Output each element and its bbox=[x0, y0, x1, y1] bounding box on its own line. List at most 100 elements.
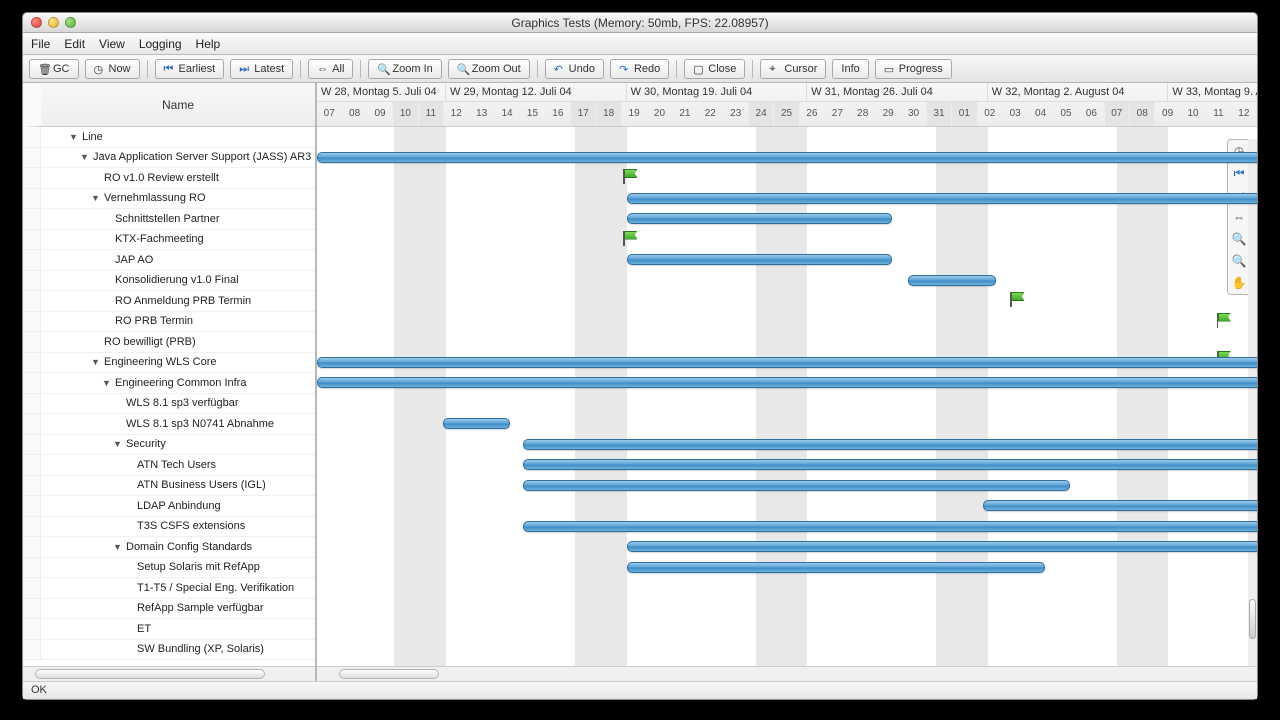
gantt-bar[interactable] bbox=[627, 562, 1045, 573]
tree-row[interactable]: ▼Domain Config Standards bbox=[23, 537, 315, 558]
day-label: 12 bbox=[1232, 102, 1257, 126]
milestone-flag-icon[interactable] bbox=[621, 228, 639, 246]
menu-edit[interactable]: Edit bbox=[64, 37, 85, 51]
timeline-header: W 28, Montag 5. Juli 04W 29, Montag 12. … bbox=[317, 83, 1257, 127]
tree-row[interactable]: WLS 8.1 sp3 N0741 Abnahme bbox=[23, 414, 315, 435]
tree-row[interactable]: T3S CSFS extensions bbox=[23, 517, 315, 538]
close-icon[interactable] bbox=[31, 17, 42, 28]
status-bar: OK bbox=[23, 681, 1257, 699]
day-label: 10 bbox=[1181, 102, 1206, 126]
tree-row[interactable]: RO v1.0 Review erstellt bbox=[23, 168, 315, 189]
close-button[interactable]: ▢Close bbox=[684, 59, 745, 79]
gantt-bar[interactable] bbox=[983, 500, 1257, 511]
gantt-bar[interactable] bbox=[317, 357, 1257, 368]
day-label: 02 bbox=[978, 102, 1003, 126]
milestone-flag-icon[interactable] bbox=[1008, 289, 1026, 307]
gantt-bar[interactable] bbox=[523, 459, 1257, 470]
tree-row[interactable]: ATN Tech Users bbox=[23, 455, 315, 476]
disclosure-arrow-icon[interactable]: ▼ bbox=[102, 378, 112, 388]
all-button[interactable]: ⇔All bbox=[308, 59, 353, 79]
menu-help[interactable]: Help bbox=[196, 37, 221, 51]
grab-icon[interactable]: ✋ bbox=[1231, 275, 1247, 291]
menu-logging[interactable]: Logging bbox=[139, 37, 182, 51]
progress-button[interactable]: ▭Progress bbox=[875, 59, 952, 79]
tree-row[interactable]: KTX-Fachmeeting bbox=[23, 230, 315, 251]
menubar: File Edit View Logging Help bbox=[23, 33, 1257, 55]
tree-label: ET bbox=[137, 623, 151, 635]
menu-file[interactable]: File bbox=[31, 37, 50, 51]
tree-row[interactable]: Schnittstellen Partner bbox=[23, 209, 315, 230]
chart-hscrollbar[interactable] bbox=[317, 666, 1257, 681]
disclosure-arrow-icon[interactable]: ▼ bbox=[80, 152, 90, 162]
day-label: 07 bbox=[1105, 102, 1130, 126]
disclosure-arrow-icon[interactable]: ▼ bbox=[113, 542, 123, 552]
tree-row[interactable]: RO Anmeldung PRB Termin bbox=[23, 291, 315, 312]
zoom-in-icon[interactable]: 🔍 bbox=[1231, 231, 1247, 247]
tree-row[interactable]: T1-T5 / Special Eng. Verifikation bbox=[23, 578, 315, 599]
info-button[interactable]: Info bbox=[832, 59, 868, 79]
disclosure-arrow-icon[interactable]: ▼ bbox=[91, 193, 101, 203]
disclosure-arrow-icon[interactable]: ▼ bbox=[113, 439, 123, 449]
minimize-icon[interactable] bbox=[48, 17, 59, 28]
chart-vscrollbar[interactable] bbox=[1248, 139, 1257, 666]
milestone-flag-icon[interactable] bbox=[1215, 310, 1233, 328]
tree-row[interactable]: Setup Solaris mit RefApp bbox=[23, 558, 315, 579]
gantt-bar[interactable] bbox=[523, 521, 1257, 532]
zoom-in-button[interactable]: 🔍Zoom In bbox=[368, 59, 441, 79]
now-button[interactable]: ◷Now bbox=[85, 59, 140, 79]
tree-hscrollbar[interactable] bbox=[23, 666, 315, 681]
cursor-icon: ⌖ bbox=[769, 63, 780, 74]
tree-row[interactable]: Konsolidierung v1.0 Final bbox=[23, 271, 315, 292]
tree-row[interactable]: ▼Line bbox=[23, 127, 315, 148]
tree-label: RO bewilligt (PRB) bbox=[104, 336, 196, 348]
gantt-bar[interactable] bbox=[908, 275, 996, 286]
gantt-bar[interactable] bbox=[627, 254, 893, 265]
cursor-button[interactable]: ⌖Cursor bbox=[760, 59, 826, 79]
tree-row[interactable]: ET bbox=[23, 619, 315, 640]
tree-row[interactable]: JAP AO bbox=[23, 250, 315, 271]
tree-row[interactable]: WLS 8.1 sp3 verfügbar bbox=[23, 394, 315, 415]
tree-row[interactable]: LDAP Anbindung bbox=[23, 496, 315, 517]
earliest-button[interactable]: ⏮Earliest bbox=[155, 59, 225, 79]
tree-row[interactable]: RO bewilligt (PRB) bbox=[23, 332, 315, 353]
gantt-bar[interactable] bbox=[523, 480, 1070, 491]
fit-icon[interactable]: ⇔ bbox=[1231, 209, 1247, 225]
zoom-out-button[interactable]: 🔍Zoom Out bbox=[448, 59, 530, 79]
menu-view[interactable]: View bbox=[99, 37, 125, 51]
day-label: 12 bbox=[444, 102, 469, 126]
disclosure-arrow-icon[interactable]: ▼ bbox=[69, 132, 79, 142]
gantt-bar[interactable] bbox=[627, 541, 1257, 552]
gantt-bar[interactable] bbox=[317, 377, 1257, 388]
tree-row[interactable]: RefApp Sample verfügbar bbox=[23, 599, 315, 620]
tree-row[interactable]: ▼Vernehmlassung RO bbox=[23, 189, 315, 210]
latest-button[interactable]: ⏭Latest bbox=[230, 59, 293, 79]
gantt-bar[interactable] bbox=[627, 213, 893, 224]
tree-label: Domain Config Standards bbox=[126, 541, 252, 553]
tree-row[interactable]: ▼Engineering Common Infra bbox=[23, 373, 315, 394]
gc-button[interactable]: 🗑GC bbox=[29, 59, 79, 79]
gantt-chart[interactable]: ◷ ⏮ ⏭ ⇔ 🔍 🔍 ✋ bbox=[317, 127, 1257, 666]
tree-row[interactable]: ▼Java Application Server Support (JASS) … bbox=[23, 148, 315, 169]
tree-label: Line bbox=[82, 131, 103, 143]
gantt-bar[interactable] bbox=[627, 193, 1257, 204]
redo-button[interactable]: ↷Redo bbox=[610, 59, 669, 79]
milestone-flag-icon[interactable] bbox=[621, 166, 639, 184]
tree-label: T1-T5 / Special Eng. Verifikation bbox=[137, 582, 294, 594]
day-label: 28 bbox=[851, 102, 876, 126]
tree-row[interactable]: ▼Engineering WLS Core bbox=[23, 353, 315, 374]
day-label: 21 bbox=[673, 102, 698, 126]
gantt-bar[interactable] bbox=[523, 439, 1257, 450]
tree-row[interactable]: SW Bundling (XP, Solaris) bbox=[23, 640, 315, 661]
titlebar[interactable]: Graphics Tests (Memory: 50mb, FPS: 22.08… bbox=[23, 13, 1257, 33]
gantt-bar[interactable] bbox=[443, 418, 510, 429]
gantt-bar[interactable] bbox=[317, 152, 1257, 163]
tree-label: Setup Solaris mit RefApp bbox=[137, 561, 260, 573]
zoom-out-icon[interactable]: 🔍 bbox=[1231, 253, 1247, 269]
tree-row[interactable]: ▼Security bbox=[23, 435, 315, 456]
disclosure-arrow-icon[interactable]: ▼ bbox=[91, 357, 101, 367]
undo-button[interactable]: ↶Undo bbox=[545, 59, 604, 79]
tree-row[interactable]: ATN Business Users (IGL) bbox=[23, 476, 315, 497]
tree-row[interactable]: RO PRB Termin bbox=[23, 312, 315, 333]
skip-start-icon[interactable]: ⏮ bbox=[1231, 165, 1247, 181]
zoom-icon[interactable] bbox=[65, 17, 76, 28]
